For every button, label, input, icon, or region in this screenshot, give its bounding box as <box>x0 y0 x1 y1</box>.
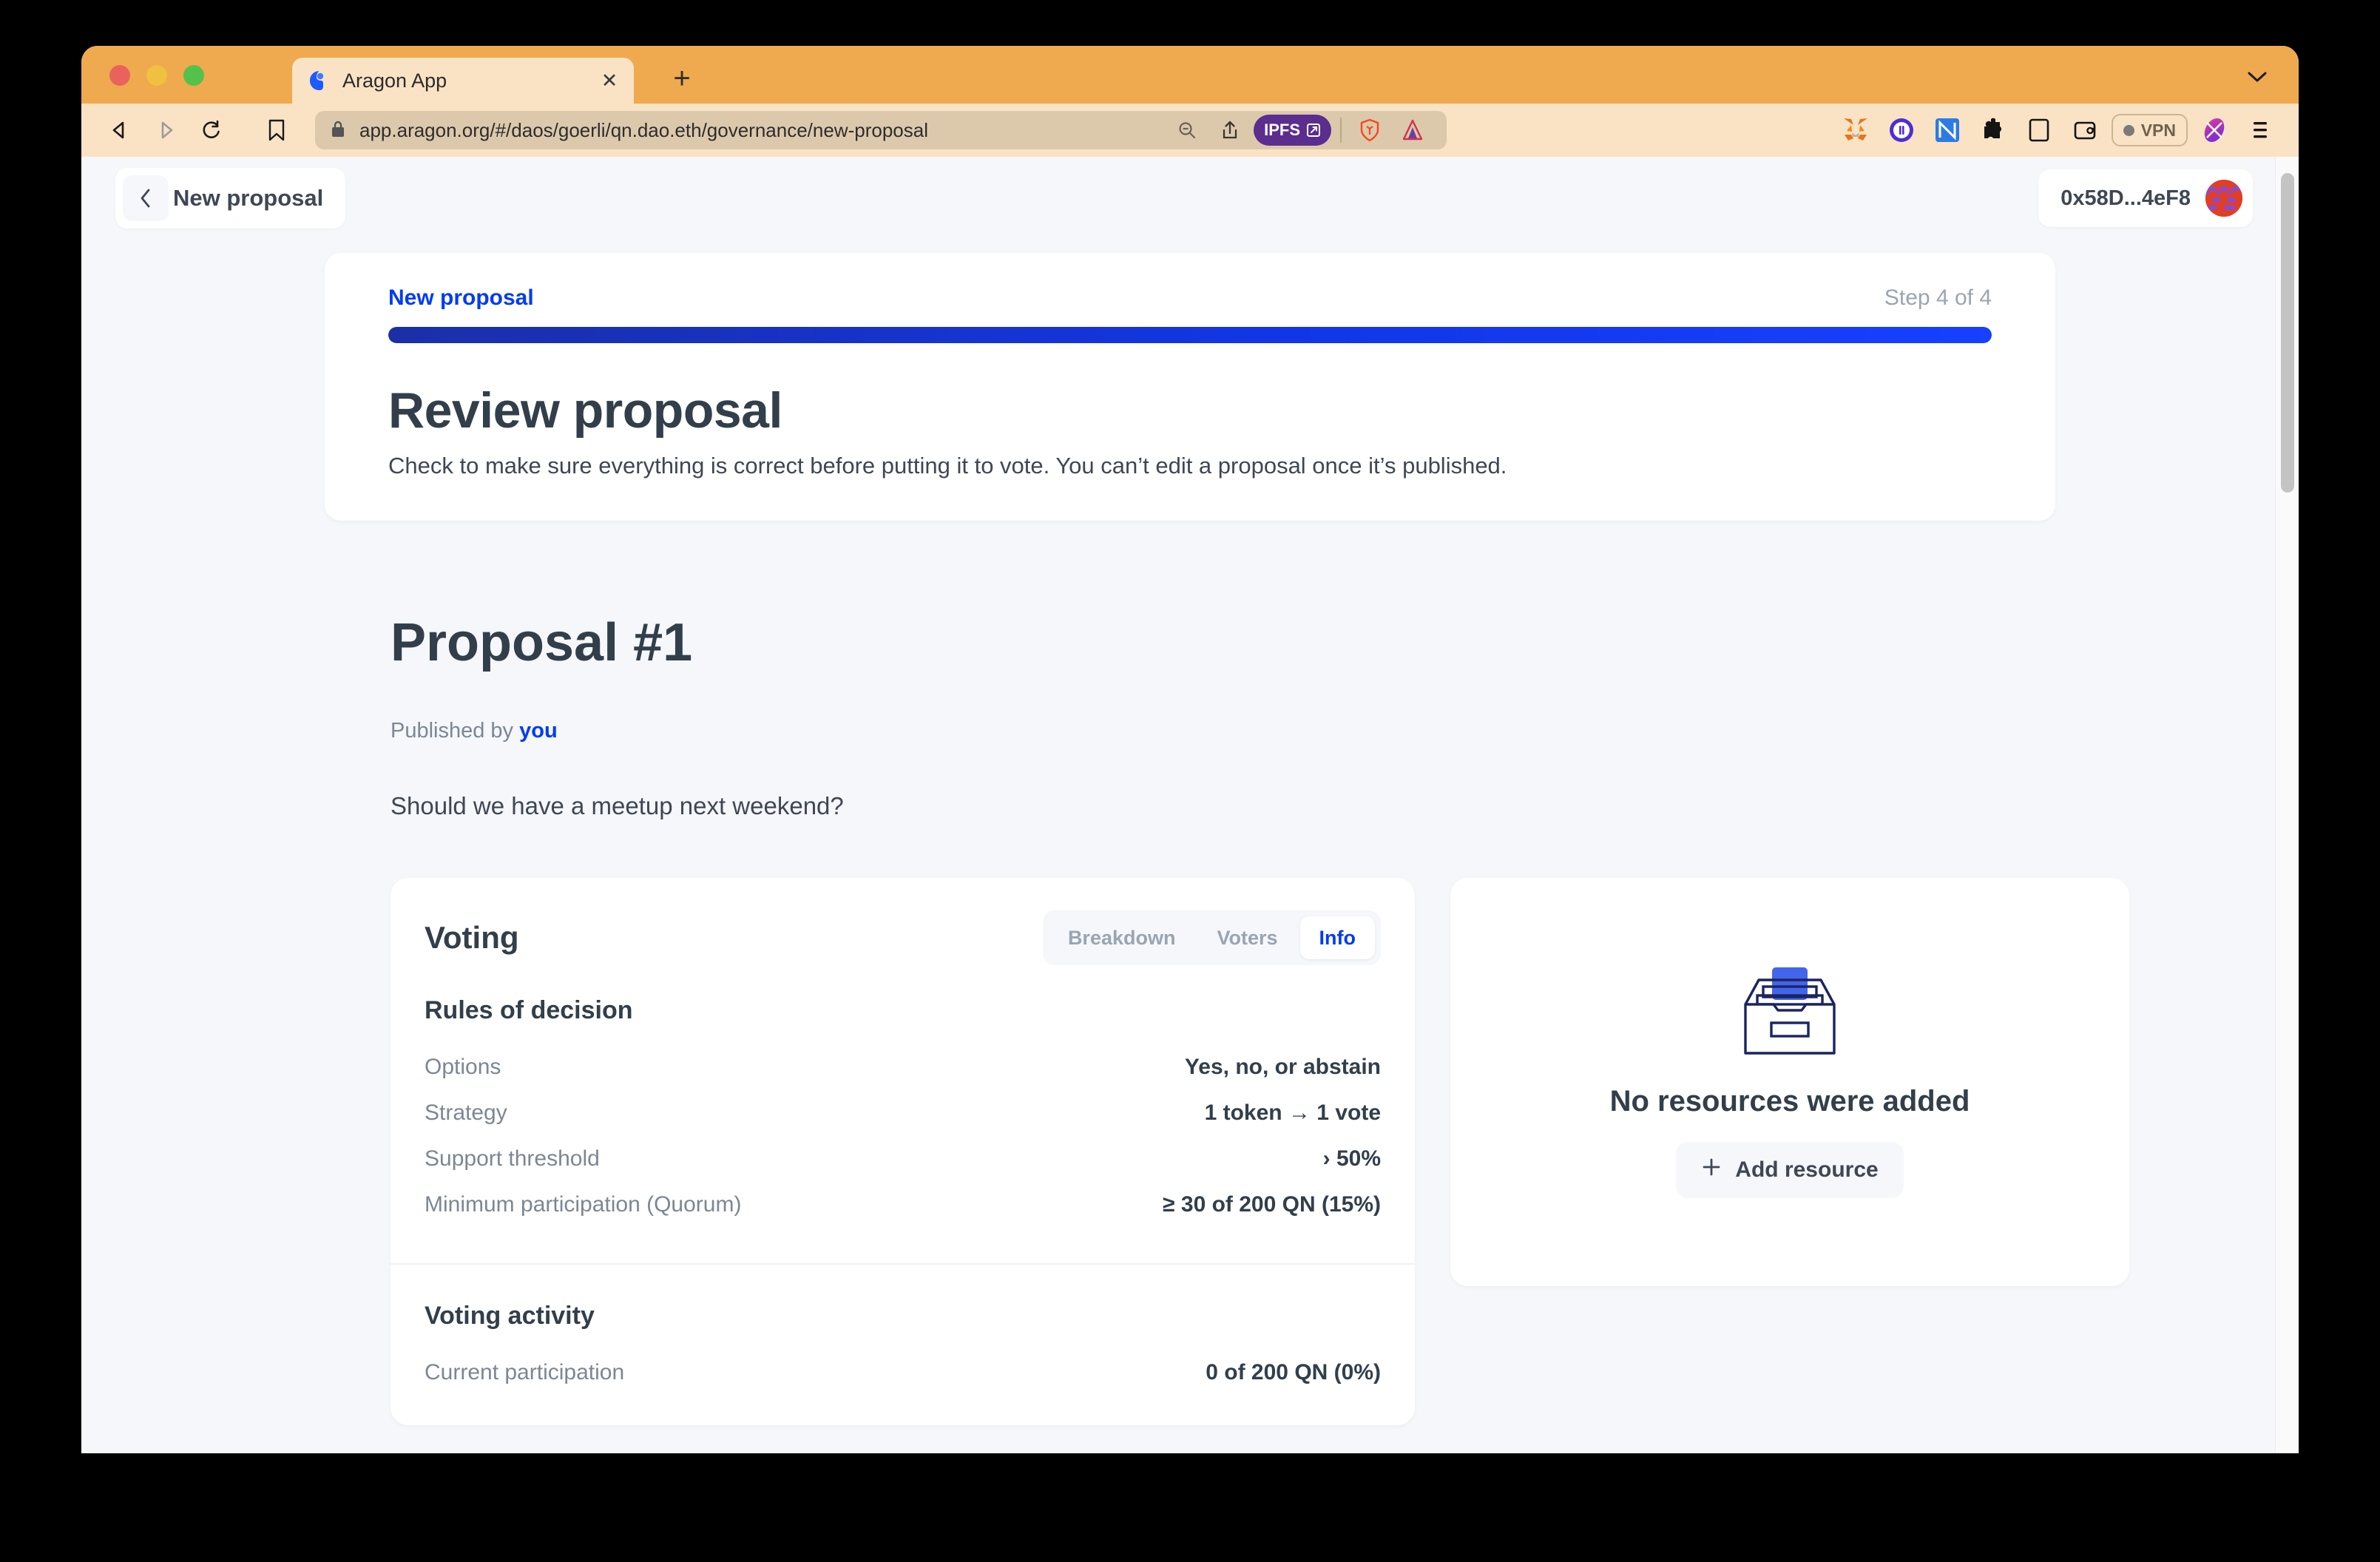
forward-icon[interactable] <box>146 111 185 149</box>
url-text: app.aragon.org/#/daos/goerli/qn.dao.eth/… <box>359 118 928 141</box>
tab-title: Aragon App <box>342 69 447 92</box>
add-resource-label: Add resource <box>1735 1157 1879 1182</box>
blue-extension-icon[interactable] <box>1928 111 1967 149</box>
voting-card: Voting Breakdown Voters Info Rules of de… <box>391 878 1415 1425</box>
browser-title-bar: Aragon App ✕ + <box>81 46 2299 104</box>
browser-window: Aragon App ✕ + app.aragon.org/#/daos/goe… <box>81 46 2299 1453</box>
tab-breakdown[interactable]: Breakdown <box>1049 916 1195 959</box>
page-viewport: New proposal 0x58D...4eF8 New proposal S… <box>81 157 2299 1453</box>
rule-key: Strategy <box>425 1100 507 1125</box>
bookmark-icon[interactable] <box>257 111 296 149</box>
voting-activity-section: Voting activity Current participation 0 … <box>391 1265 1415 1425</box>
browser-toolbar: app.aragon.org/#/daos/goerli/qn.dao.eth/… <box>81 104 2299 157</box>
minimize-window-button[interactable] <box>146 65 167 86</box>
zoom-out-icon[interactable] <box>1168 111 1206 149</box>
navigation-buttons <box>101 111 231 149</box>
metamask-icon[interactable] <box>1836 111 1875 149</box>
published-by-prefix: Published by <box>391 719 514 743</box>
wallet-address: 0x58D...4eF8 <box>2060 186 2191 210</box>
rule-row-strategy: Strategy 1 token → 1 vote <box>425 1090 1381 1136</box>
resources-card: No resources were added Add resource <box>1450 878 2129 1286</box>
new-tab-button[interactable]: + <box>666 62 698 95</box>
aragon-extension-icon[interactable] <box>1393 111 1432 149</box>
vpn-label: VPN <box>2140 120 2176 140</box>
rules-of-decision-section: Rules of decision Options Yes, no, or ab… <box>391 996 1415 1265</box>
brave-shields-icon[interactable] <box>1350 111 1389 149</box>
voting-title: Voting <box>425 920 519 955</box>
voting-activity-title: Voting activity <box>425 1302 595 1330</box>
page-content: New proposal Step 4 of 4 Review proposal… <box>81 253 2299 1425</box>
plus-icon <box>1701 1157 1722 1183</box>
rule-key: Minimum participation (Quorum) <box>425 1192 742 1217</box>
add-resource-button[interactable]: Add resource <box>1676 1142 1904 1198</box>
rule-value: ≥ 30 of 200 QN (15%) <box>1163 1192 1381 1217</box>
rule-value: › 50% <box>1322 1146 1381 1171</box>
voting-tabs: Breakdown Voters Info <box>1042 910 1381 965</box>
rule-key: Options <box>425 1055 501 1079</box>
ipfs-label: IPFS <box>1264 121 1300 139</box>
profile-extension-icon[interactable] <box>2195 111 2234 149</box>
toolbar-divider <box>1340 118 1342 143</box>
activity-value: 0 of 200 QN (0%) <box>1206 1360 1381 1384</box>
rule-value: 1 token → 1 vote <box>1204 1100 1381 1125</box>
rule-key: Support threshold <box>425 1146 600 1171</box>
address-bar-actions: IPFS <box>1168 111 1432 149</box>
stepper-label: New proposal <box>388 285 534 310</box>
rule-row-options: Options Yes, no, or abstain <box>425 1044 1381 1090</box>
page-scrollbar[interactable] <box>2275 157 2299 1453</box>
stepper-header: New proposal Step 4 of 4 <box>388 285 1992 311</box>
activity-row-current-participation: Current participation 0 of 200 QN (0%) <box>425 1350 1381 1396</box>
ipfs-badge[interactable]: IPFS <box>1254 115 1331 146</box>
progress-bar-fill <box>388 327 1992 343</box>
stepper-count: Step 4 of 4 <box>1884 285 1992 310</box>
chevron-left-icon <box>123 175 169 221</box>
stepper-card: New proposal Step 4 of 4 Review proposal… <box>325 253 2055 521</box>
back-to-new-proposal-button[interactable]: New proposal <box>115 168 346 229</box>
rule-value: Yes, no, or abstain <box>1184 1055 1381 1079</box>
vpn-status-dot <box>2123 124 2134 136</box>
page-subtitle: Check to make sure everything is correct… <box>388 453 1507 479</box>
activity-key: Current participation <box>425 1360 625 1384</box>
published-by: Published by you <box>391 719 2299 743</box>
chevron-down-icon[interactable] <box>2242 62 2272 92</box>
close-tab-icon[interactable]: ✕ <box>597 68 622 93</box>
scrollbar-thumb[interactable] <box>2281 173 2294 493</box>
address-bar[interactable]: app.aragon.org/#/daos/goerli/qn.dao.eth/… <box>315 111 1447 149</box>
rule-row-minimum-participation: Minimum participation (Quorum) ≥ 30 of 2… <box>425 1182 1381 1228</box>
browser-tab[interactable]: Aragon App ✕ <box>292 58 634 104</box>
resources-empty-title: No resources were added <box>1609 1085 1970 1118</box>
tab-info[interactable]: Info <box>1299 916 1375 959</box>
file-drawer-illustration <box>1731 966 1849 1060</box>
lock-icon <box>330 119 346 142</box>
sidebar-panel-icon[interactable] <box>2020 111 2058 149</box>
back-icon[interactable] <box>101 111 139 149</box>
external-link-icon <box>1307 124 1320 137</box>
close-window-button[interactable] <box>109 65 130 86</box>
maximize-window-button[interactable] <box>183 65 204 86</box>
cards-row: Voting Breakdown Voters Info Rules of de… <box>391 878 2299 1425</box>
progress-bar <box>388 327 1992 343</box>
proposal-summary: Should we have a meetup next weekend? <box>391 792 844 819</box>
rule-row-support-threshold: Support threshold › 50% <box>425 1136 1381 1182</box>
proposal-title: Proposal #1 <box>391 613 693 672</box>
browser-menu-icon[interactable] <box>2241 111 2279 149</box>
voting-card-header: Voting Breakdown Voters Info <box>391 878 1415 990</box>
tab-voters[interactable]: Voters <box>1197 916 1297 959</box>
vpn-toggle[interactable]: VPN <box>2111 114 2188 146</box>
reload-icon[interactable] <box>192 111 231 149</box>
back-button-label: New proposal <box>173 185 324 211</box>
aragon-logo-icon <box>308 70 331 92</box>
published-by-link[interactable]: you <box>519 719 558 743</box>
page-title: Review proposal <box>388 382 782 439</box>
window-controls <box>109 65 204 86</box>
wallet-extension-icon[interactable] <box>1882 111 1921 149</box>
avatar <box>2205 180 2242 217</box>
extension-icons: VPN <box>1836 111 2279 149</box>
app-header: New proposal 0x58D...4eF8 <box>81 157 2299 240</box>
puzzle-extension-icon[interactable] <box>1974 111 2012 149</box>
wallet-button[interactable]: 0x58D...4eF8 <box>2038 169 2253 227</box>
wallet-icon[interactable] <box>2066 111 2104 149</box>
share-icon[interactable] <box>1211 111 1249 149</box>
rules-of-decision-title: Rules of decision <box>425 996 633 1024</box>
